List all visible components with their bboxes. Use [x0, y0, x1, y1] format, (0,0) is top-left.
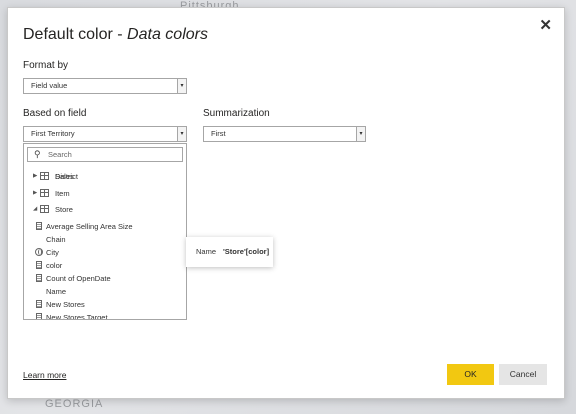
based-on-field-value: First Territory	[31, 129, 75, 138]
based-on-field-dropdown[interactable]: First Territory ▾	[23, 126, 187, 142]
expand-icon[interactable]: ▶	[33, 187, 37, 200]
list-item-label: City	[46, 248, 59, 257]
measure-icon	[36, 261, 42, 269]
list-item-label: New Stores Target	[46, 313, 108, 320]
chevron-down-icon[interactable]: ▾	[356, 127, 365, 141]
measure-icon	[36, 313, 42, 319]
list-item-label: Average Selling Area Size	[46, 222, 133, 231]
expand-icon[interactable]: ▶	[33, 170, 37, 183]
close-icon[interactable]: ✕	[539, 16, 552, 34]
measure-icon	[36, 274, 42, 282]
summarization-value: First	[211, 129, 226, 138]
measure-icon	[36, 222, 42, 230]
search-icon: ⚲	[34, 149, 41, 159]
format-by-dropdown[interactable]: Field value ▾	[23, 78, 187, 94]
data-colors-dialog: ✕ Default color - Data colors Format by …	[7, 7, 565, 399]
map-label-bottom: GEORGIA	[45, 398, 104, 410]
list-item-label: New Stores	[46, 300, 85, 309]
list-item-label: Count of OpenDate	[46, 274, 111, 283]
list-item-label: Name	[46, 287, 67, 296]
field-list-dropdown: ⚲ Search ▶ Sales ▶ District ▶ Item ◢ Sto…	[23, 143, 187, 320]
field-tooltip: Name 'Store'[color]	[186, 237, 273, 267]
measure-icon	[36, 300, 42, 308]
table-icon	[40, 205, 49, 213]
chevron-down-icon[interactable]: ▾	[177, 79, 186, 93]
format-by-value: Field value	[31, 81, 68, 90]
ok-button[interactable]: OK	[447, 364, 494, 385]
summarization-dropdown[interactable]: First ▾	[203, 126, 366, 142]
field-search-placeholder: Search	[48, 150, 72, 159]
summarization-label: Summarization	[203, 108, 270, 119]
table-icon	[40, 189, 49, 197]
list-item-label: Store	[55, 205, 73, 214]
dialog-title-main: Default color -	[23, 26, 128, 43]
list-item-label: Chain	[46, 235, 66, 244]
tooltip-key: Name	[196, 247, 217, 256]
format-by-label: Format by	[23, 60, 69, 71]
list-item-label: Item	[55, 189, 70, 198]
cancel-button[interactable]: Cancel	[499, 364, 547, 385]
list-item-label: color	[46, 261, 63, 270]
globe-icon	[35, 248, 43, 256]
based-on-field-label: Based on field	[23, 108, 87, 119]
table-icon	[40, 172, 49, 180]
learn-more-link[interactable]: Learn more	[23, 370, 66, 380]
dialog-title: Default color - Data colors	[23, 26, 208, 44]
list-item-label: District	[55, 172, 78, 181]
dialog-title-italic: Data colors	[127, 26, 208, 43]
field-search-input[interactable]: ⚲ Search	[27, 147, 183, 162]
collapse-icon[interactable]: ◢	[33, 203, 37, 216]
tooltip-value: 'Store'[color]	[223, 247, 270, 256]
chevron-down-icon[interactable]: ▾	[177, 127, 186, 141]
